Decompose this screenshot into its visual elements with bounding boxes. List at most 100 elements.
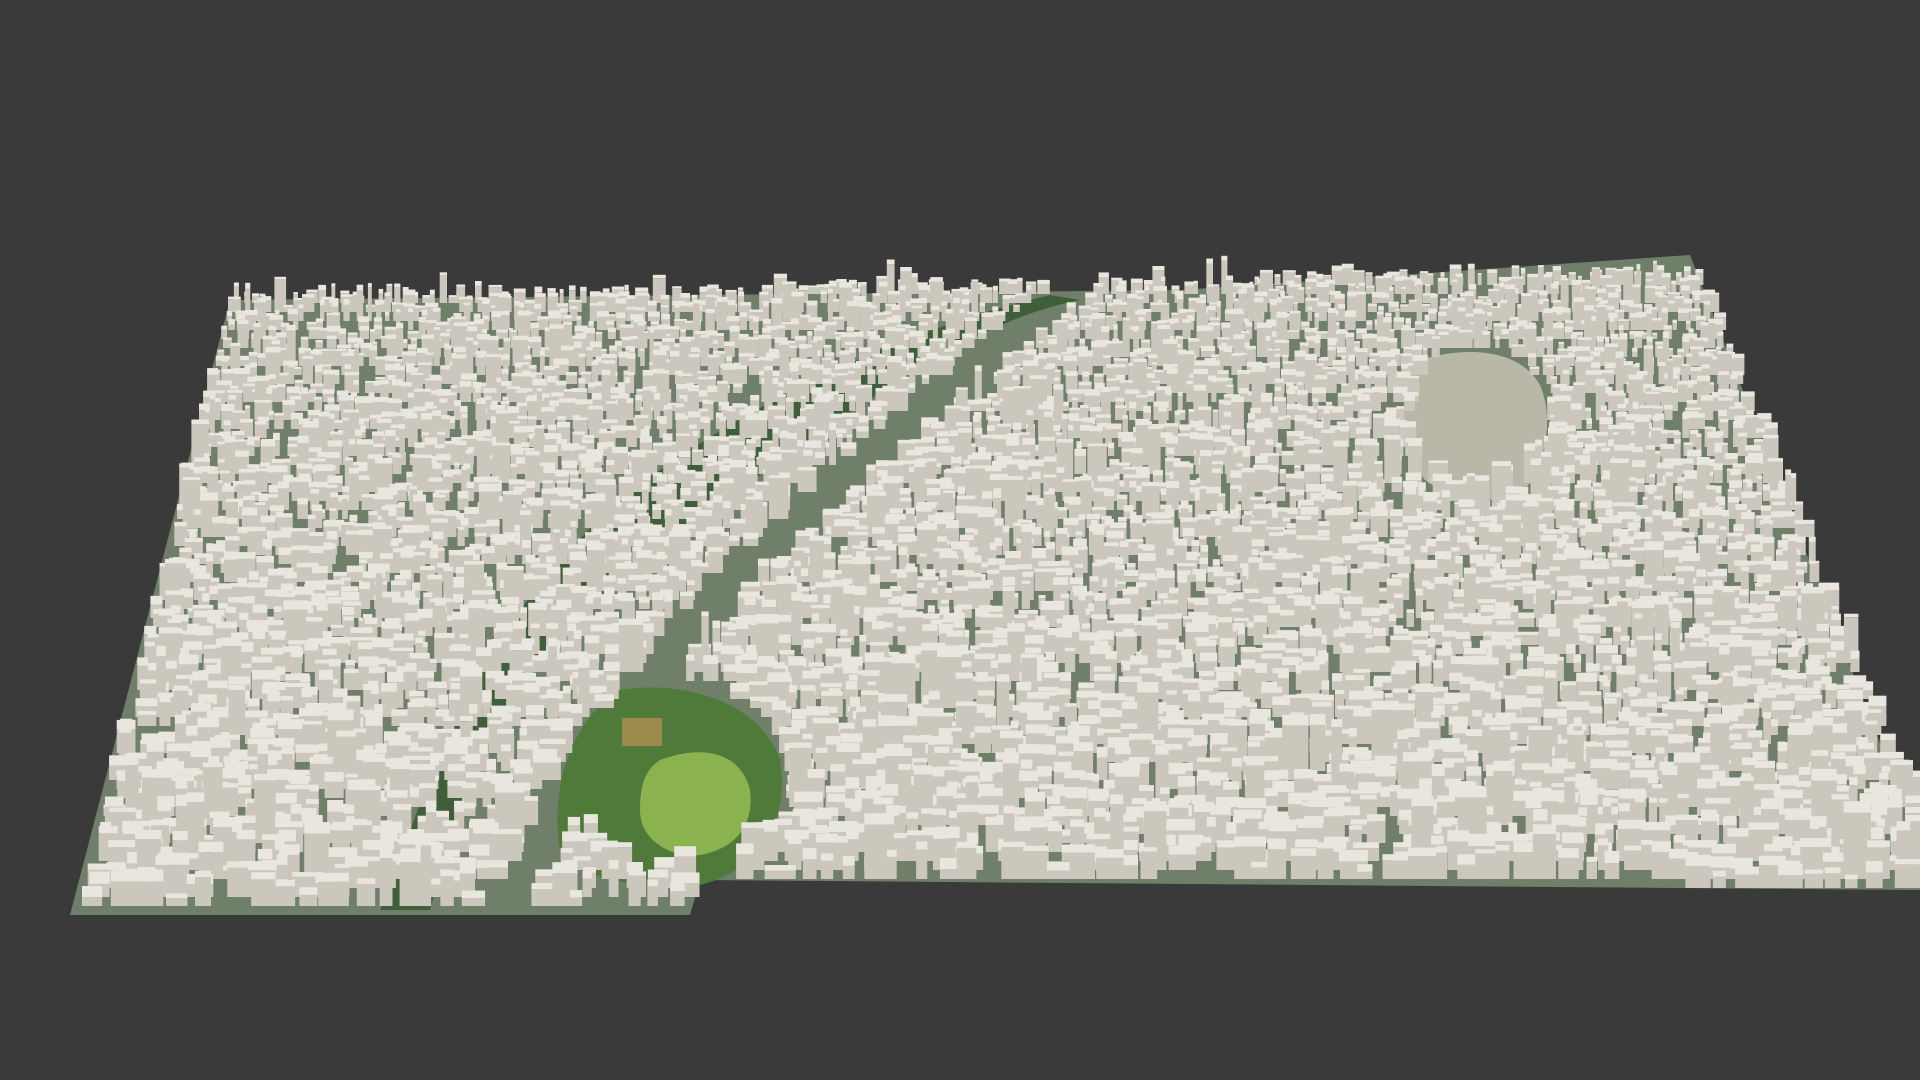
building-roof bbox=[1327, 346, 1336, 351]
building-roof bbox=[496, 377, 502, 383]
building-roof bbox=[1505, 486, 1522, 494]
building-roof bbox=[596, 311, 609, 317]
building-roof bbox=[1171, 285, 1180, 290]
building-roof bbox=[1672, 319, 1677, 324]
building-roof bbox=[1338, 304, 1345, 309]
building-roof bbox=[1384, 412, 1397, 419]
building-roof bbox=[1683, 442, 1693, 446]
building-roof bbox=[547, 288, 556, 292]
building-roof bbox=[1005, 443, 1015, 446]
building-side bbox=[491, 317, 502, 330]
building-roof bbox=[987, 425, 996, 431]
building-roof bbox=[1617, 403, 1626, 409]
building-roof bbox=[491, 311, 502, 317]
building-roof bbox=[587, 382, 596, 388]
building-roof bbox=[853, 296, 866, 302]
building-roof bbox=[1115, 286, 1127, 292]
building-roof bbox=[1600, 275, 1612, 279]
building-roof bbox=[1407, 362, 1414, 366]
building-roof bbox=[1639, 405, 1654, 409]
building-roof bbox=[697, 370, 709, 374]
3d-viewport[interactable] bbox=[0, 0, 1920, 1080]
building-roof bbox=[228, 296, 241, 300]
building-roof bbox=[972, 452, 992, 460]
building-roof bbox=[659, 417, 667, 424]
building-roof bbox=[1606, 284, 1618, 287]
building-roof bbox=[1268, 288, 1279, 291]
building-roof bbox=[822, 368, 832, 375]
building-side bbox=[291, 481, 312, 501]
building-roof bbox=[1388, 301, 1399, 307]
building-roof bbox=[753, 330, 759, 334]
building-roof bbox=[496, 329, 509, 333]
building-roof bbox=[1393, 317, 1405, 322]
building-roof bbox=[221, 325, 228, 330]
building-side bbox=[1327, 312, 1337, 339]
building-roof bbox=[1384, 435, 1401, 440]
building-roof bbox=[1473, 311, 1486, 314]
building-roof bbox=[974, 427, 983, 435]
building-roof bbox=[1127, 293, 1138, 299]
building-roof bbox=[1093, 302, 1106, 305]
building-roof bbox=[218, 431, 231, 436]
building-roof bbox=[773, 273, 787, 279]
building-roof bbox=[500, 400, 510, 405]
building-roof bbox=[1730, 353, 1745, 359]
building-roof bbox=[716, 333, 724, 337]
building-roof bbox=[554, 364, 560, 368]
building-roof bbox=[597, 301, 606, 306]
building-roof bbox=[576, 388, 588, 392]
building-roof bbox=[543, 445, 558, 453]
building-side bbox=[1389, 290, 1394, 303]
building-roof bbox=[678, 450, 691, 458]
building-roof bbox=[426, 405, 437, 409]
building-roof bbox=[1468, 284, 1477, 289]
building-roof bbox=[800, 396, 806, 399]
building-roof bbox=[1209, 317, 1220, 320]
building-roof bbox=[1367, 303, 1377, 307]
building-roof bbox=[1689, 346, 1704, 350]
building-side bbox=[483, 319, 489, 330]
building-roof bbox=[1275, 442, 1282, 448]
building-roof bbox=[442, 469, 453, 477]
building-roof bbox=[624, 377, 631, 384]
building-roof bbox=[533, 303, 542, 309]
building-roof bbox=[1316, 282, 1329, 287]
building-roof bbox=[828, 413, 843, 419]
building-roof bbox=[1451, 297, 1466, 302]
building-roof bbox=[337, 344, 352, 349]
building-roof bbox=[1074, 448, 1087, 456]
building-roof bbox=[1038, 352, 1047, 359]
building-side bbox=[971, 281, 979, 312]
building-roof bbox=[1719, 418, 1729, 423]
building-roof bbox=[1211, 428, 1220, 433]
city-model-scene[interactable] bbox=[0, 0, 1920, 1080]
building-roof bbox=[1043, 366, 1053, 370]
building-side bbox=[433, 329, 440, 366]
building-roof bbox=[1226, 440, 1234, 446]
building-roof bbox=[606, 459, 615, 466]
building-roof bbox=[1083, 389, 1101, 396]
building-roof bbox=[607, 293, 620, 298]
building-roof bbox=[436, 453, 451, 461]
building-roof bbox=[1114, 472, 1120, 480]
building-roof bbox=[639, 436, 652, 443]
building-roof bbox=[1124, 389, 1140, 394]
building-roof bbox=[453, 400, 461, 407]
building-roof bbox=[359, 325, 370, 331]
building-side bbox=[1416, 284, 1423, 321]
building-roof bbox=[1304, 439, 1320, 444]
building-side bbox=[394, 287, 401, 303]
building-roof bbox=[1652, 405, 1663, 409]
building-roof bbox=[1348, 354, 1355, 362]
building-roof bbox=[425, 378, 439, 381]
building-roof bbox=[692, 299, 700, 304]
building-roof bbox=[513, 288, 526, 293]
building-roof bbox=[1605, 267, 1617, 270]
building-roof bbox=[1376, 472, 1384, 477]
building-roof bbox=[850, 288, 861, 292]
building-roof bbox=[837, 433, 843, 438]
building-side bbox=[685, 322, 695, 330]
building-roof bbox=[327, 475, 343, 484]
building-roof bbox=[1276, 296, 1282, 303]
